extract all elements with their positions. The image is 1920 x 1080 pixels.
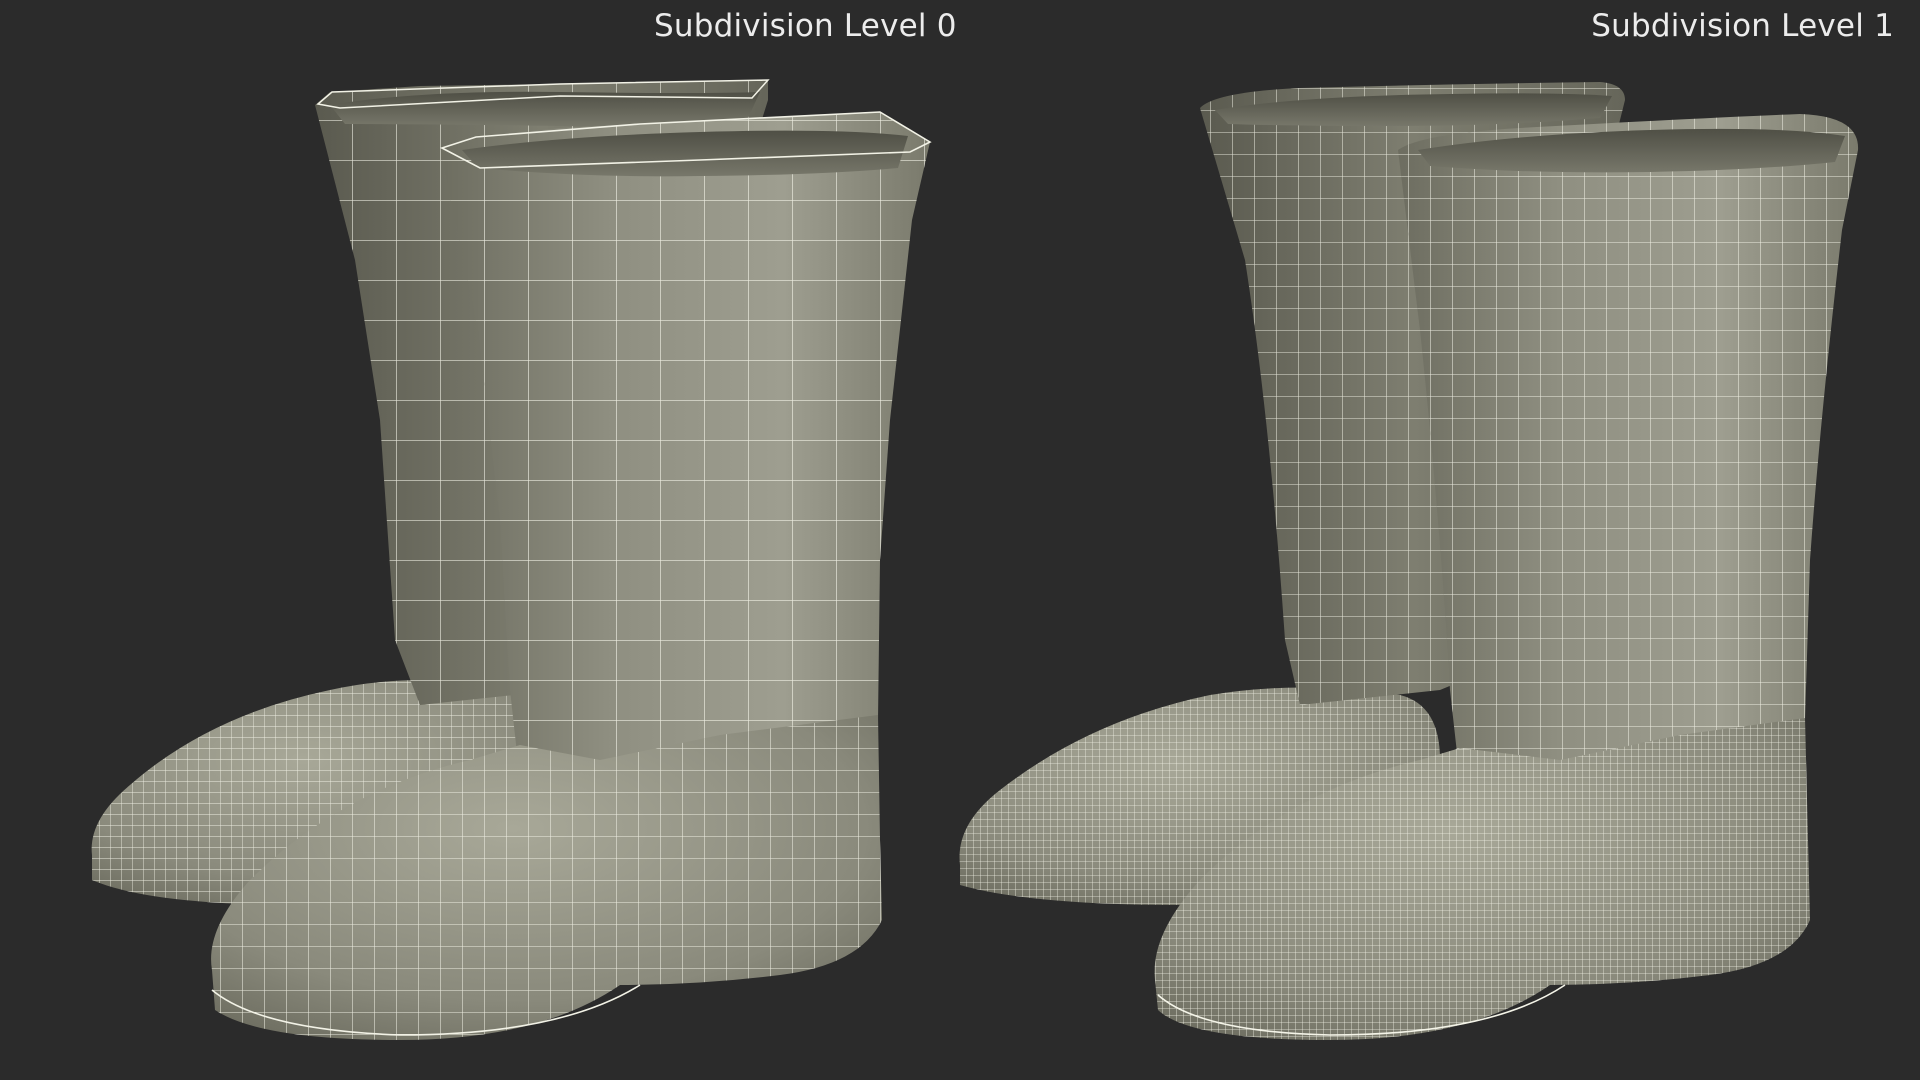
boots-level-1 [959, 82, 1859, 1040]
front-boot-shaft-level-0 [439, 111, 932, 780]
render-viewport: Subdivision Level 0 Subdivision Level 1 [0, 0, 1920, 1080]
boots-render [91, 79, 1859, 1040]
front-boot-shaft-level-1 [1398, 114, 1859, 780]
boots-level-0 [91, 79, 932, 1040]
